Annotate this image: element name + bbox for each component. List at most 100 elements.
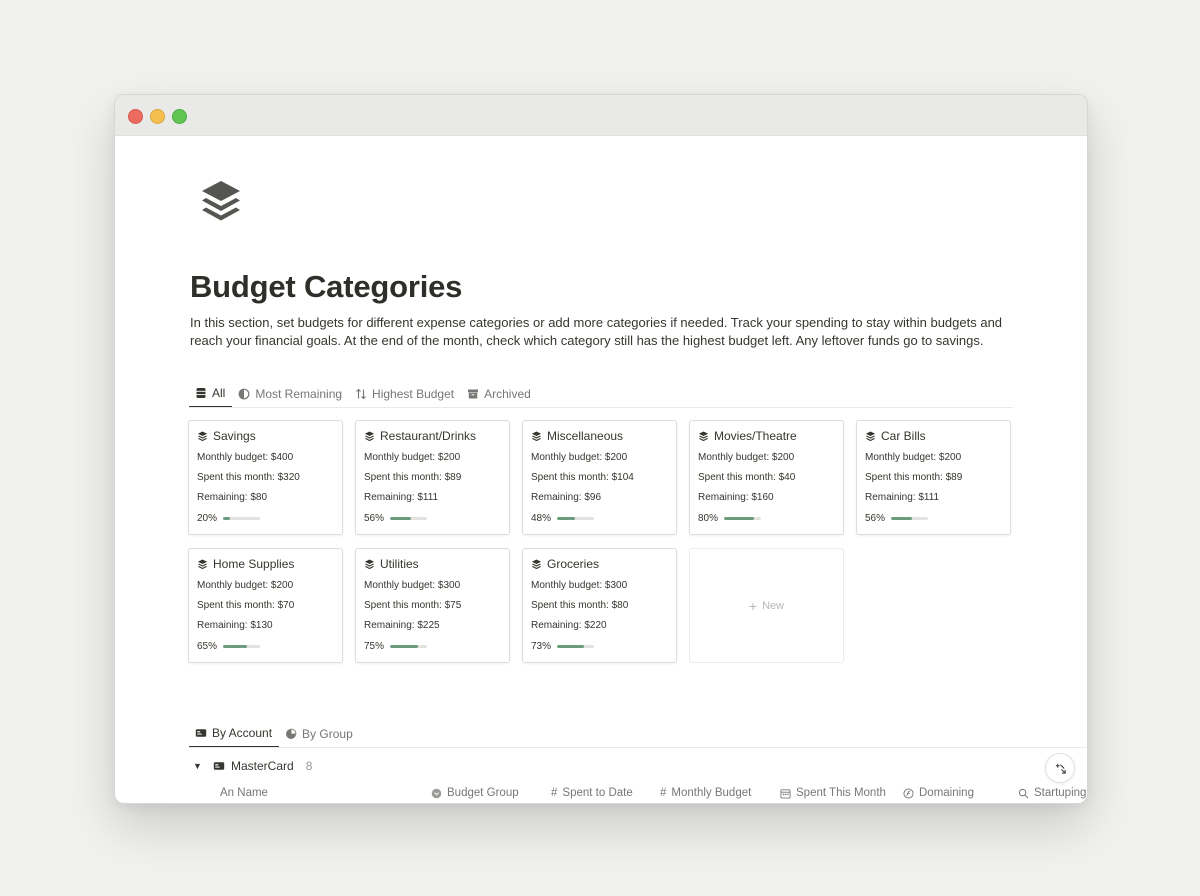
view-tabs: All Most Remaining Highest Budget Archiv… xyxy=(189,379,538,409)
half-circle-icon xyxy=(238,388,250,400)
column-label: Spent This Month xyxy=(796,787,886,799)
collapse-triangle-icon[interactable]: ▼ xyxy=(193,761,203,771)
close-window-button[interactable] xyxy=(128,109,143,124)
category-card-utilities[interactable]: Utilities Monthly budget: $300 Spent thi… xyxy=(355,548,510,663)
calendar-icon xyxy=(780,788,791,799)
stacked-layers-icon xyxy=(698,430,709,441)
minimize-window-button[interactable] xyxy=(150,109,165,124)
new-card-label: New xyxy=(762,599,785,612)
card-name: Movies/Theatre xyxy=(714,429,797,443)
tab-by-account[interactable]: By Account xyxy=(189,720,280,748)
category-card-home-supplies[interactable]: Home Supplies Monthly budget: $200 Spent… xyxy=(188,548,343,663)
card-remaining: Remaining: $160 xyxy=(698,492,774,503)
progress-fill xyxy=(390,517,411,520)
progress-fill xyxy=(390,645,418,648)
tab-label: All xyxy=(212,386,226,400)
category-card-car-bills[interactable]: Car Bills Monthly budget: $200 Spent thi… xyxy=(856,420,1011,535)
card-progress: 56% xyxy=(364,513,428,524)
tab-label: By Group xyxy=(302,727,353,741)
tab-all[interactable]: All xyxy=(189,380,233,408)
group-name: MasterCard xyxy=(231,759,294,773)
card-progress: 65% xyxy=(197,641,261,652)
app-window: Budget Categories In this section, set b… xyxy=(114,94,1088,804)
page-title: Budget Categories xyxy=(190,269,463,304)
card-monthly-budget: Monthly budget: $200 xyxy=(364,452,461,463)
column-header-domaining[interactable]: Domaining xyxy=(903,787,974,799)
tab-archived[interactable]: Archived xyxy=(461,380,538,408)
stacked-layers-icon xyxy=(531,558,542,569)
column-header-monthly-budget[interactable]: # Monthly Budget xyxy=(660,787,751,799)
column-label: Startuping xyxy=(1034,787,1087,799)
expand-button[interactable] xyxy=(1045,753,1075,783)
card-progress: 75% xyxy=(364,641,428,652)
stacked-layers-icon xyxy=(865,430,876,441)
card-spent: Spent this month: $70 xyxy=(197,600,295,611)
card-progress: 73% xyxy=(531,641,595,652)
card-monthly-budget: Monthly budget: $200 xyxy=(531,452,628,463)
column-header-spent-to-date[interactable]: # Spent to Date xyxy=(551,787,633,799)
tab-most-remaining[interactable]: Most Remaining xyxy=(232,380,349,408)
card-percent: 75% xyxy=(364,641,385,652)
card-title: Utilities xyxy=(364,557,419,571)
progress-bar xyxy=(557,517,595,520)
new-card-button[interactable]: + New xyxy=(689,548,844,663)
progress-fill xyxy=(223,645,248,648)
column-label: An Name xyxy=(220,787,268,799)
tab-by-group[interactable]: By Group xyxy=(279,720,360,748)
progress-bar xyxy=(223,645,261,648)
group-count: 8 xyxy=(305,759,313,773)
stacked-layers-icon xyxy=(197,430,208,441)
pie-icon xyxy=(286,728,297,739)
search-icon xyxy=(1018,788,1029,798)
column-header-startuping[interactable]: Startuping xyxy=(1018,787,1086,799)
column-label: Spent to Date xyxy=(562,787,633,799)
card-percent: 73% xyxy=(531,641,552,652)
card-remaining: Remaining: $111 xyxy=(865,492,940,503)
progress-fill xyxy=(557,517,575,520)
card-spent: Spent this month: $75 xyxy=(364,600,462,611)
hash-icon: # xyxy=(551,787,558,799)
select-icon xyxy=(431,788,442,798)
progress-bar xyxy=(390,517,428,520)
card-title: Savings xyxy=(197,429,256,443)
archive-icon xyxy=(468,389,479,399)
progress-fill xyxy=(891,517,912,520)
card-name: Car Bills xyxy=(881,429,926,443)
card-title: Movies/Theatre xyxy=(698,429,797,443)
group-header-mastercard[interactable]: ▼ MasterCard 8 xyxy=(193,759,312,773)
category-card-restaurant-drinks[interactable]: Restaurant/Drinks Monthly budget: $200 S… xyxy=(355,420,510,535)
stacked-layers-icon xyxy=(364,558,375,569)
card-percent: 48% xyxy=(531,513,552,524)
card-percent: 20% xyxy=(197,513,218,524)
column-header-spent-this-month[interactable]: Spent This Month xyxy=(780,787,886,799)
card-remaining: Remaining: $96 xyxy=(531,492,602,503)
stacked-layers-icon[interactable] xyxy=(199,179,243,231)
progress-fill xyxy=(557,645,585,648)
category-card-movies-theatre[interactable]: Movies/Theatre Monthly budget: $200 Spen… xyxy=(689,420,844,535)
category-card-savings[interactable]: Savings Monthly budget: $400 Spent this … xyxy=(188,420,343,535)
progress-bar xyxy=(390,645,428,648)
card-title: Home Supplies xyxy=(197,557,294,571)
column-header-name[interactable]: An Name xyxy=(220,787,268,799)
card-name: Groceries xyxy=(547,557,600,571)
card-title: Miscellaneous xyxy=(531,429,623,443)
card-monthly-budget: Monthly budget: $400 xyxy=(197,452,294,463)
card-remaining: Remaining: $130 xyxy=(197,620,273,631)
stacked-layers-icon xyxy=(197,558,208,569)
card-name: Utilities xyxy=(380,557,419,571)
category-card-miscellaneous[interactable]: Miscellaneous Monthly budget: $200 Spent… xyxy=(522,420,677,535)
zoom-window-button[interactable] xyxy=(172,109,187,124)
column-label: Budget Group xyxy=(447,787,519,799)
progress-bar xyxy=(724,517,762,520)
category-card-groceries[interactable]: Groceries Monthly budget: $300 Spent thi… xyxy=(522,548,677,663)
card-title: Car Bills xyxy=(865,429,926,443)
expand-arrows-icon xyxy=(1055,763,1066,774)
tab-highest-budget[interactable]: Highest Budget xyxy=(349,380,461,408)
card-icon xyxy=(213,762,225,770)
tab-label: By Account xyxy=(212,726,273,740)
tab-label: Archived xyxy=(484,387,531,401)
card-remaining: Remaining: $220 xyxy=(531,620,607,631)
hash-icon: # xyxy=(660,787,667,799)
column-header-budget-group[interactable]: Budget Group xyxy=(431,787,519,799)
card-monthly-budget: Monthly budget: $300 xyxy=(364,580,461,591)
